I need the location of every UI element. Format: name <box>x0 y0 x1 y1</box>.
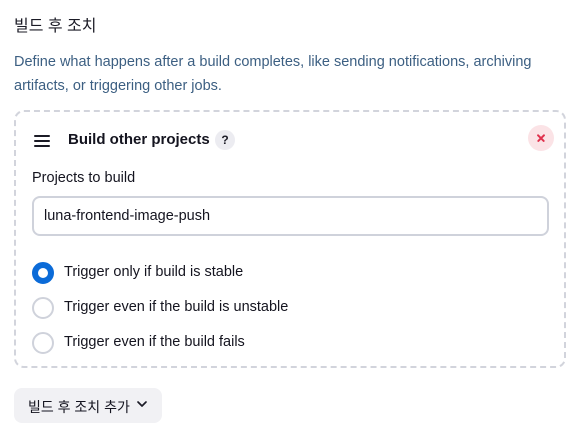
radio-label: Trigger even if the build is unstable <box>64 299 289 315</box>
section-description: Define what happens after a build comple… <box>14 54 532 94</box>
projects-to-build-label: Projects to build <box>32 170 136 186</box>
add-button-label: 빌드 후 조치 추가 <box>28 399 130 415</box>
radio-trigger-stable[interactable]: Trigger only if build is stable <box>32 261 432 285</box>
add-post-build-action-button[interactable]: 빌드 후 조치 추가 <box>14 388 162 423</box>
radio-button[interactable] <box>32 332 54 354</box>
radio-label: Trigger even if the build fails <box>64 334 245 350</box>
close-button[interactable] <box>528 125 554 151</box>
projects-to-build-input[interactable] <box>32 196 549 236</box>
section-title: 빌드 후 조치 <box>14 18 97 35</box>
hamburger-icon[interactable] <box>34 135 50 147</box>
radio-trigger-unstable[interactable]: Trigger even if the build is unstable <box>32 296 432 320</box>
radio-label: Trigger only if build is stable <box>64 264 244 280</box>
radio-trigger-fails[interactable]: Trigger even if the build fails <box>32 331 432 355</box>
radio-button[interactable] <box>32 297 54 319</box>
radio-button-checked[interactable] <box>32 262 54 284</box>
build-other-projects-card: Build other projects ? Projects to build… <box>14 110 566 368</box>
card-title: Build other projects <box>68 131 210 148</box>
chevron-down-icon <box>137 401 147 407</box>
help-icon[interactable]: ? <box>215 130 235 150</box>
